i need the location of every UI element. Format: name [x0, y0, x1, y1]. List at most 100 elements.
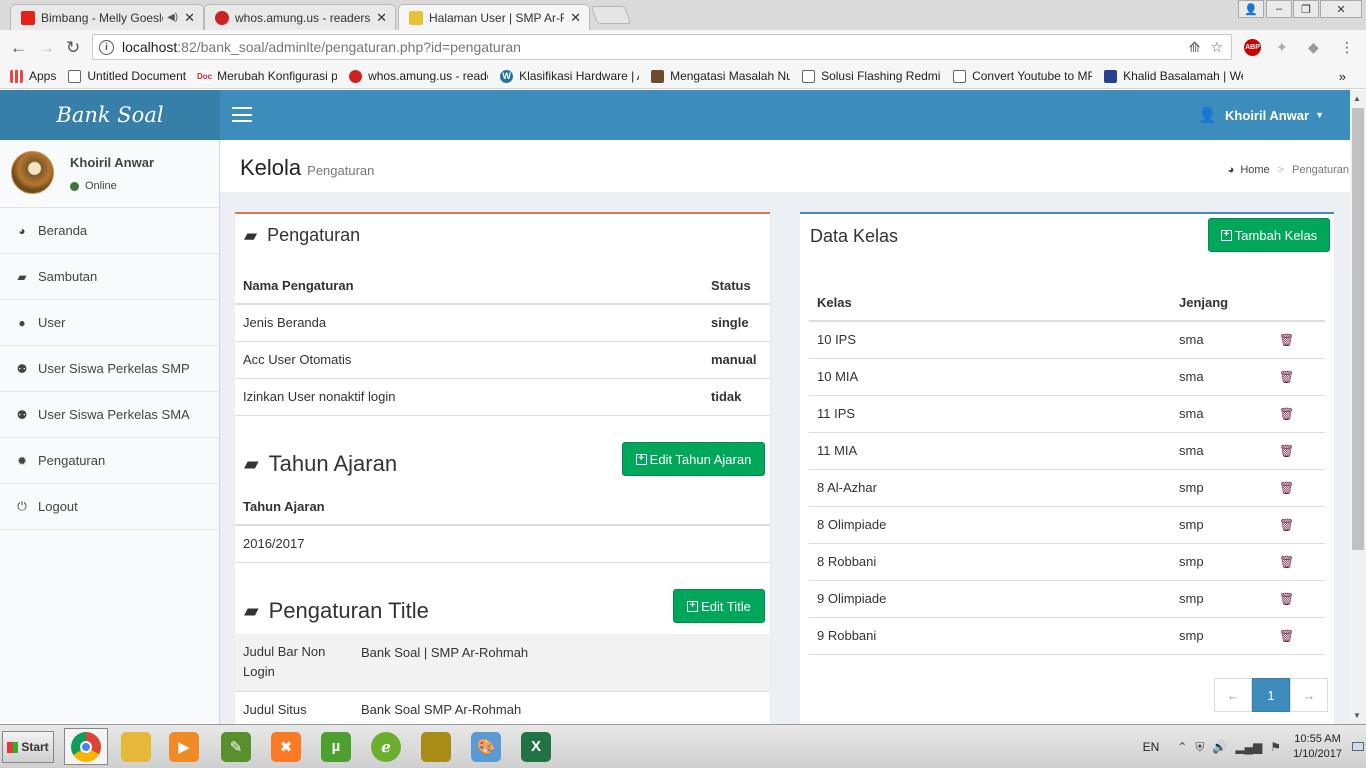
logo[interactable]: Bank Soal: [0, 90, 220, 140]
trash-icon[interactable]: 🗑: [1279, 370, 1294, 384]
table-row: 8 Olimpiade smp 🗑: [809, 506, 1325, 544]
dreamweaver-icon: ℯ: [371, 731, 401, 762]
sidebar-item-beranda[interactable]: ◕ Beranda: [0, 208, 219, 254]
trash-icon[interactable]: 🗑: [1279, 407, 1294, 421]
tambah-kelas-button[interactable]: + Tambah Kelas: [1208, 218, 1330, 252]
bookmark-whos-amung[interactable]: whos.amung.us - reade: [349, 69, 488, 83]
minimize-button[interactable]: –: [1266, 0, 1292, 18]
chrome-menu-icon[interactable]: ⋮: [1340, 39, 1354, 56]
trash-icon[interactable]: 🗑: [1279, 444, 1294, 458]
taskbar-excel[interactable]: X: [514, 728, 558, 765]
pagination-prev[interactable]: ←: [1214, 678, 1252, 712]
taskbar-xampp[interactable]: ✖: [264, 728, 308, 765]
taskbar-utorrent[interactable]: µ: [314, 728, 358, 765]
bookmark-merubah-konfigurasi[interactable]: Doc Merubah Konfigurasi ph: [197, 69, 337, 83]
whos-amung-icon: [215, 10, 229, 25]
close-window-button[interactable]: ✕: [1320, 0, 1362, 18]
info-icon[interactable]: i: [99, 39, 114, 55]
col-tahun-ajaran: Tahun Ajaran: [235, 488, 770, 526]
trash-icon[interactable]: 🗑: [1279, 555, 1294, 569]
page-scrollbar[interactable]: ▲ ▼: [1350, 90, 1366, 724]
adblock-icon[interactable]: ABP: [1244, 39, 1261, 56]
start-button[interactable]: Start: [2, 731, 54, 763]
language-indicator[interactable]: EN: [1143, 740, 1160, 754]
taskbar-media-player[interactable]: ▶: [162, 728, 206, 765]
media-player-icon: ▶: [169, 731, 199, 762]
sidebar-item-logout[interactable]: ⏻ Logout: [0, 484, 219, 530]
trash-icon[interactable]: 🗑: [1279, 333, 1294, 347]
speaker-icon[interactable]: ◀): [167, 12, 178, 23]
taskbar-pen-tool[interactable]: ✎: [214, 728, 258, 765]
tab-halaman-user[interactable]: Halaman User | SMP Ar-Rohmah ✕: [398, 4, 590, 30]
sidebar-item-user[interactable]: ● User: [0, 300, 219, 346]
scrollbar-thumb[interactable]: [1352, 108, 1364, 550]
show-desktop-button[interactable]: [1352, 742, 1364, 751]
table-row: 8 Al-Azhar smp 🗑: [809, 469, 1325, 507]
kelas-jenjang: smp: [1171, 506, 1271, 544]
bookmark-klasifikasi-hardware[interactable]: W Klasifikasi Hardware | A: [500, 69, 639, 83]
col-action: [1271, 284, 1325, 322]
profile-icon[interactable]: 👤: [1238, 0, 1264, 18]
scroll-up-icon[interactable]: ▲: [1353, 94, 1361, 103]
taskbar-explorer[interactable]: [114, 728, 158, 765]
trash-icon[interactable]: 🗑: [1279, 629, 1294, 643]
table-header-row: Kelas Jenjang: [809, 284, 1325, 322]
sidebar-item-pengaturan[interactable]: ✹ Pengaturan: [0, 438, 219, 484]
action-center-icon[interactable]: ⚑: [1270, 740, 1281, 755]
extension-gem-icon[interactable]: ◆: [1308, 39, 1319, 56]
clock[interactable]: 10:55 AM 1/10/2017: [1293, 732, 1342, 762]
scroll-down-icon[interactable]: ▼: [1353, 711, 1361, 720]
whos-amung-icon: [349, 69, 363, 83]
kelas-name: 9 Olimpiade: [809, 580, 1171, 618]
breadcrumb-home[interactable]: Home: [1240, 164, 1269, 176]
extension-icon[interactable]: ✦: [1276, 39, 1288, 56]
url-input[interactable]: i localhost:82/bank_soal/adminlte/pengat…: [92, 34, 1232, 60]
restore-button[interactable]: ❐: [1293, 0, 1319, 18]
sidebar-toggle-icon[interactable]: [232, 107, 252, 122]
shield-icon[interactable]: ⛨: [1195, 740, 1204, 755]
sidebar-item-user-siswa-smp[interactable]: ⚉ User Siswa Perkelas SMP: [0, 346, 219, 392]
translate-icon[interactable]: ⟰: [1189, 39, 1201, 56]
taskbar-dreamweaver[interactable]: ℯ: [364, 728, 408, 765]
sidebar-item-sambutan[interactable]: ▰ Sambutan: [0, 254, 219, 300]
close-icon[interactable]: ✕: [184, 10, 195, 26]
sidebar-item-user-siswa-sma[interactable]: ⚉ User Siswa Perkelas SMA: [0, 392, 219, 438]
tray-expand-icon[interactable]: ⌃: [1177, 740, 1187, 755]
new-tab-button[interactable]: [590, 6, 632, 24]
close-icon[interactable]: ✕: [376, 10, 387, 26]
star-icon[interactable]: ☆: [1210, 39, 1223, 56]
kelas-name: 10 IPS: [809, 321, 1171, 359]
bookmarks-more-button[interactable]: »: [1339, 69, 1346, 84]
user-menu[interactable]: 👤 Khoiril Anwar ▼: [1198, 106, 1324, 124]
network-icon[interactable]: ▂▄▆: [1235, 740, 1262, 755]
close-icon[interactable]: ✕: [570, 10, 581, 26]
bookmarks-bar: Apps Untitled Document Doc Merubah Konfi…: [0, 64, 1366, 89]
bookmark-khalid-basalamah[interactable]: Khalid Basalamah | Wel: [1104, 69, 1243, 83]
edit-tahun-ajaran-button[interactable]: + Edit Tahun Ajaran: [622, 442, 765, 476]
tab-youtube[interactable]: Bimbang - Melly Goeslow ◀) ✕: [10, 4, 204, 30]
volume-icon[interactable]: 🔊: [1212, 740, 1227, 755]
bookmark-mengatasi-masalah[interactable]: Mengatasi Masalah Nun: [651, 69, 790, 83]
reload-icon[interactable]: ↻: [66, 38, 80, 58]
pagination-page-1[interactable]: 1: [1252, 678, 1290, 712]
system-tray: EN ⌃ ⛨ 🔊 ▂▄▆ ⚑ 10:55 AM 1/10/2017: [1143, 725, 1366, 768]
trash-icon[interactable]: 🗑: [1279, 481, 1294, 495]
edit-title-button[interactable]: + Edit Title: [673, 589, 765, 623]
bookmark-apps[interactable]: Apps: [10, 69, 56, 83]
user-panel-name: Khoiril Anwar: [70, 155, 155, 170]
trash-icon[interactable]: 🗑: [1279, 592, 1294, 606]
file-explorer-icon: [121, 731, 151, 762]
bookmark-untitled-document[interactable]: Untitled Document: [68, 69, 186, 83]
sidebar-item-label: Logout: [38, 499, 78, 514]
back-icon[interactable]: ←: [10, 38, 27, 58]
taskbar-chrome[interactable]: [64, 728, 108, 765]
table-header-row: Nama Pengaturan Status: [235, 267, 770, 305]
taskbar-folders[interactable]: [414, 728, 458, 765]
bookmark-convert-youtube[interactable]: Convert Youtube to MP3: [953, 69, 1092, 83]
pagination-next[interactable]: →: [1290, 678, 1328, 712]
taskbar-paint[interactable]: 🎨: [464, 728, 508, 765]
forward-icon[interactable]: →: [38, 38, 55, 58]
bookmark-solusi-flashing[interactable]: Solusi Flashing Redmi 3: [802, 69, 941, 83]
trash-icon[interactable]: 🗑: [1279, 518, 1294, 532]
tab-whos-amung[interactable]: whos.amung.us - readers ✕: [204, 4, 396, 30]
